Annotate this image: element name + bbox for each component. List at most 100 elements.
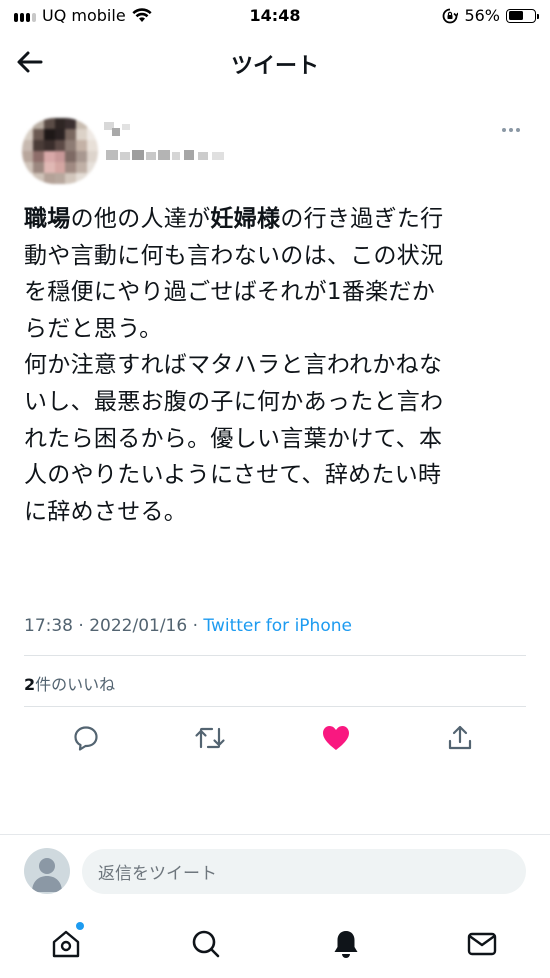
bell-icon — [334, 931, 358, 958]
mosaic-tile — [76, 151, 88, 162]
mosaic-tile — [32, 118, 44, 129]
mosaic-tile — [87, 151, 98, 162]
mosaic-tile — [32, 173, 44, 184]
tweet-text-segment: 妊婦様 — [210, 206, 281, 232]
mosaic-tile — [212, 152, 224, 160]
reply-input[interactable]: 返信をツイート — [82, 849, 526, 894]
like-button[interactable] — [316, 718, 356, 758]
mosaic-tile — [54, 118, 66, 129]
search-icon — [192, 930, 220, 958]
mosaic-tile — [54, 173, 66, 184]
reply-button[interactable] — [66, 718, 106, 758]
mosaic-tile — [22, 129, 33, 140]
tweet-timestamp: 17:38 · 2022/01/16 · — [24, 616, 204, 636]
status-right: 56% — [442, 6, 539, 25]
likes-label: 件のいいね — [35, 675, 116, 694]
mosaic-tile — [87, 173, 98, 184]
mosaic-tile — [65, 151, 77, 162]
user-avatar[interactable] — [24, 848, 70, 894]
mosaic-tile — [32, 129, 44, 140]
tab-bar — [0, 910, 550, 978]
mosaic-tile — [87, 162, 98, 173]
tweet-meta: 17:38 · 2022/01/16 · Twitter for iPhone — [24, 616, 352, 636]
mosaic-tile — [43, 151, 55, 162]
tweet-author[interactable] — [22, 108, 528, 188]
notification-dot — [76, 922, 84, 930]
mosaic-tile — [172, 152, 180, 160]
mosaic-tile — [87, 140, 98, 151]
mosaic-tile — [54, 129, 66, 140]
status-bar: UQ mobile 14:48 56% — [0, 0, 550, 32]
share-button[interactable] — [440, 718, 480, 758]
more-options-button[interactable] — [498, 122, 524, 138]
mosaic-tile — [32, 151, 44, 162]
tab-notifications[interactable] — [326, 924, 366, 964]
mosaic-tile — [22, 151, 33, 162]
mosaic-tile — [198, 152, 208, 160]
author-name[interactable] — [104, 120, 224, 168]
home-icon — [52, 930, 80, 958]
mosaic-tile — [112, 128, 120, 136]
mosaic-tile — [65, 173, 77, 184]
rotation-lock-icon — [443, 8, 459, 23]
mosaic-tile — [43, 129, 55, 140]
tab-messages[interactable] — [462, 924, 502, 964]
divider — [24, 655, 526, 656]
mosaic-tile — [87, 118, 98, 129]
mosaic-tile — [184, 150, 194, 160]
mosaic-tile — [54, 140, 66, 151]
mosaic-tile — [146, 152, 156, 160]
author-avatar[interactable] — [22, 118, 98, 184]
divider — [24, 706, 526, 707]
mosaic-tile — [158, 150, 170, 160]
tweet-text-segment: 職場 — [24, 206, 71, 232]
mosaic-tile — [65, 140, 77, 151]
mosaic-tile — [22, 118, 33, 129]
tweet-text: 職場の他の人達が妊婦様の行き過ぎた行 動や言動に何も言わないのは、この状況 を穏… — [24, 201, 530, 530]
heart-icon — [323, 726, 349, 750]
mosaic-tile — [65, 118, 77, 129]
retweet-icon — [195, 727, 225, 749]
mail-icon — [467, 932, 497, 956]
battery-percent: 56% — [464, 6, 500, 25]
retweet-button[interactable] — [190, 718, 230, 758]
mosaic-tile — [32, 140, 44, 151]
mosaic-tile — [76, 162, 88, 173]
navigation-header: ツイート — [0, 32, 550, 90]
mosaic-tile — [43, 162, 55, 173]
mosaic-tile — [76, 140, 88, 151]
tweet-text-segment: の行き過ぎた行 動や言動に何も言わないのは、この状況 を穏便にやり過ごせばそれが… — [24, 206, 444, 525]
mosaic-tile — [65, 129, 77, 140]
mosaic-tile — [76, 118, 88, 129]
mosaic-tile — [87, 129, 98, 140]
mosaic-tile — [54, 162, 66, 173]
tab-search[interactable] — [186, 924, 226, 964]
mosaic-tile — [106, 150, 118, 160]
mosaic-tile — [22, 173, 33, 184]
mosaic-tile — [43, 140, 55, 151]
share-icon — [448, 725, 472, 750]
likes-number: 2 — [24, 675, 36, 694]
tweet-actions — [0, 718, 550, 762]
mosaic-tile — [132, 150, 144, 160]
mosaic-tile — [122, 124, 130, 130]
battery-icon — [506, 8, 539, 23]
default-avatar-icon — [32, 858, 62, 892]
likes-count[interactable]: 2件のいいね — [24, 671, 115, 695]
mosaic-tile — [32, 162, 44, 173]
page-title: ツイート — [230, 54, 319, 79]
mosaic-tile — [43, 173, 55, 184]
mosaic-tile — [65, 162, 77, 173]
tab-home[interactable] — [46, 924, 86, 964]
tweet-text-segment: の他の人達が — [70, 206, 211, 232]
mosaic-tile — [22, 140, 33, 151]
mosaic-tile — [76, 173, 88, 184]
mosaic-tile — [54, 151, 66, 162]
reply-composer: 返信をツイート — [0, 834, 550, 910]
tweet-source-link[interactable]: Twitter for iPhone — [203, 616, 352, 636]
mosaic-tile — [43, 118, 55, 129]
mosaic-tile — [22, 162, 33, 173]
mosaic-tile — [76, 129, 88, 140]
reply-icon — [74, 726, 98, 751]
mosaic-tile — [120, 152, 130, 160]
